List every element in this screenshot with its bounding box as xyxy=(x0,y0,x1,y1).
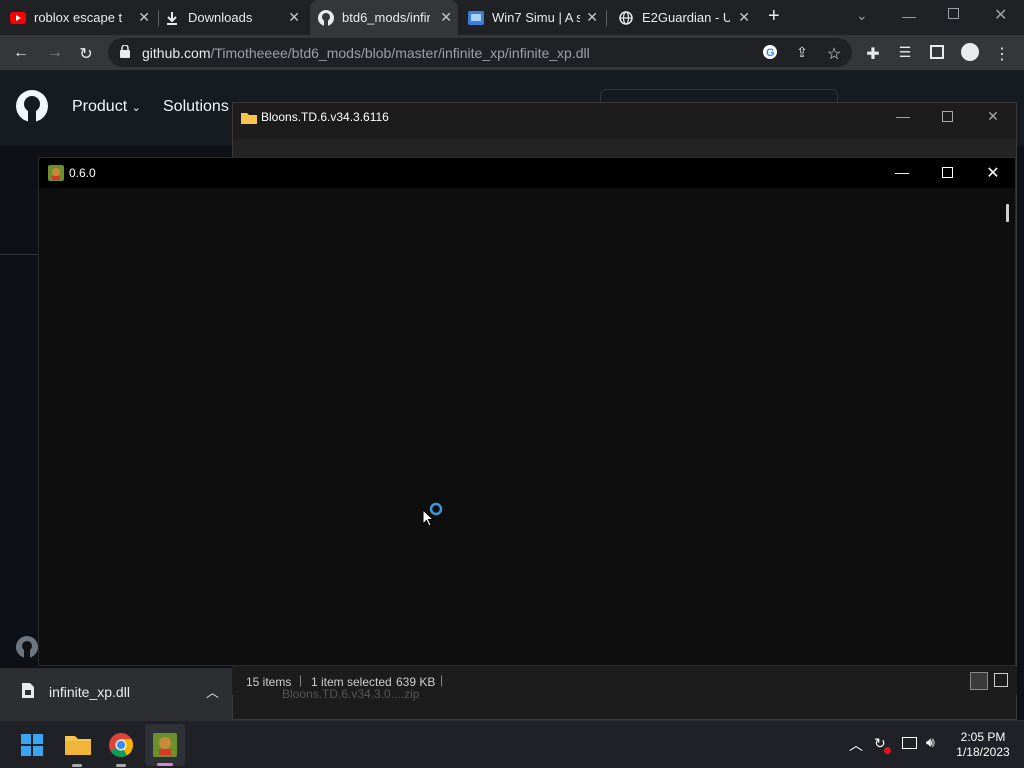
tab-label: Win7 Simu | A s xyxy=(492,10,580,25)
url-path: /Timotheeee/btd6_mods/blob/master/infini… xyxy=(210,44,590,61)
address-bar[interactable]: github.com/Timotheeee/btd6_mods/blob/mas… xyxy=(108,38,852,67)
tab-divider xyxy=(158,10,159,26)
youtube-icon xyxy=(10,10,26,26)
file-icon xyxy=(22,683,34,701)
lock-icon xyxy=(120,44,130,61)
nav-product-label: Product xyxy=(72,98,128,115)
download-shelf: infinite_xp.dll ︿ xyxy=(0,668,232,720)
minimize-icon[interactable]: — xyxy=(902,8,916,24)
explorer-command-bar xyxy=(233,139,1016,157)
start-windows-icon[interactable] xyxy=(21,734,43,761)
tab-label: Downloads xyxy=(188,10,253,25)
github-logo-icon[interactable] xyxy=(16,90,48,127)
clock-date: 1/18/2023 xyxy=(956,745,1010,759)
tab-roblox[interactable]: roblox escape th ✕ xyxy=(10,0,156,35)
share-icon[interactable]: ⇪ xyxy=(793,44,811,61)
explorer-status-bar: 15 items | 1 item selected 639 KB | Bloo… xyxy=(232,667,1017,701)
behind-file-name: Bloons.TD.6.v34.3.0....zip xyxy=(282,687,420,701)
folder-icon xyxy=(241,111,257,129)
chrome-taskbar-icon[interactable] xyxy=(109,733,134,762)
game-title: 0.6.0 xyxy=(69,166,96,180)
github-footer-logo-icon xyxy=(16,636,38,663)
explorer-minimize-icon[interactable]: — xyxy=(893,108,913,124)
close-tab-icon[interactable]: ✕ xyxy=(288,9,300,26)
chrome-menu-icon[interactable]: ⋮ xyxy=(993,44,1011,64)
tab-github-active[interactable]: btd6_mods/infir ✕ xyxy=(310,0,458,35)
tab-label: roblox escape th xyxy=(34,10,122,25)
running-indicator xyxy=(72,764,82,767)
explorer-close-icon[interactable]: ✕ xyxy=(983,108,1003,125)
network-icon[interactable] xyxy=(902,737,917,749)
browser-toolbar: ← → ↻ github.com/Timotheeee/btd6_mods/bl… xyxy=(0,35,1024,70)
github-icon xyxy=(318,9,334,26)
status-divider: | xyxy=(440,673,444,687)
globe-icon xyxy=(618,10,634,26)
game-titlebar[interactable]: 0.6.0 — ✕ xyxy=(39,158,1015,188)
new-tab-plus-icon[interactable]: + xyxy=(768,5,780,28)
bloons-taskbar-button[interactable] xyxy=(145,724,185,766)
status-divider: | xyxy=(299,673,303,687)
game-close-icon[interactable]: ✕ xyxy=(983,163,1003,183)
chevron-up-icon[interactable]: ︿ xyxy=(206,682,219,701)
nav-solutions[interactable]: Solutions xyxy=(163,98,229,116)
profile-avatar-icon[interactable] xyxy=(961,43,979,61)
game-minimize-icon[interactable]: — xyxy=(892,164,912,180)
google-lens-icon[interactable]: G xyxy=(762,44,778,65)
bloons-app-icon xyxy=(48,165,64,186)
back-arrow-icon[interactable]: ← xyxy=(12,44,30,62)
tab-search-chevron-icon[interactable]: ⌄ xyxy=(856,7,868,24)
bookmark-star-icon[interactable]: ☆ xyxy=(825,44,843,64)
win7-icon xyxy=(468,10,484,26)
tab-e2guardian[interactable]: E2Guardian - Ur ✕ xyxy=(614,0,756,35)
explorer-title: Bloons.TD.6.v34.3.6116 xyxy=(261,110,389,124)
active-indicator xyxy=(157,763,173,766)
extensions-puzzle-icon[interactable]: ✚ xyxy=(864,44,882,64)
sync-error-badge xyxy=(884,747,891,754)
tiles-view-icon[interactable] xyxy=(994,673,1008,687)
tab-divider xyxy=(606,10,607,26)
volume-icon[interactable]: 🔊︎ xyxy=(926,734,935,751)
chevron-down-icon: ⌄ xyxy=(131,102,141,114)
download-filename[interactable]: infinite_xp.dll xyxy=(49,684,130,700)
url-host: github.com xyxy=(142,44,211,61)
tab-label: btd6_mods/infir xyxy=(342,10,430,25)
forward-arrow-icon[interactable]: → xyxy=(46,44,64,62)
browser-tab-strip: roblox escape th ✕ Downloads ✕ btd6_mods… xyxy=(0,0,1024,35)
explorer-maximize-icon[interactable] xyxy=(942,111,953,122)
svg-text:G: G xyxy=(766,47,775,59)
download-icon xyxy=(164,10,180,26)
file-explorer-taskbar-icon[interactable] xyxy=(65,733,91,760)
close-tab-icon[interactable]: ✕ xyxy=(440,9,452,26)
close-window-icon[interactable]: ✕ xyxy=(994,5,1007,25)
clock-time: 2:05 PM xyxy=(960,730,1006,744)
scrollbar-thumb[interactable] xyxy=(1006,204,1009,222)
game-window: 0.6.0 — ✕ xyxy=(38,157,1016,666)
tray-overflow-chevron-icon[interactable]: ︿ xyxy=(849,735,863,755)
divider xyxy=(0,254,38,255)
reading-list-icon[interactable]: ☰ xyxy=(896,44,914,61)
loading-spinner-icon xyxy=(429,502,443,521)
running-indicator xyxy=(116,764,126,767)
taskbar: ︿ ↻ 🔊︎ 2:05 PM 1/18/2023 xyxy=(0,720,1024,768)
reload-icon[interactable]: ↻ xyxy=(77,44,95,64)
restore-icon[interactable] xyxy=(948,8,959,19)
close-tab-icon[interactable]: ✕ xyxy=(586,9,598,26)
close-tab-icon[interactable]: ✕ xyxy=(138,9,150,26)
tab-downloads[interactable]: Downloads ✕ xyxy=(164,0,306,35)
nav-product[interactable]: Product ⌄ xyxy=(72,98,141,116)
details-view-icon[interactable] xyxy=(970,672,988,690)
clock[interactable]: 2:05 PM 1/18/2023 xyxy=(948,730,1018,760)
side-panel-icon[interactable] xyxy=(930,45,944,59)
game-maximize-icon[interactable] xyxy=(942,167,953,178)
tab-label: E2Guardian - Ur xyxy=(642,10,730,25)
tab-win7[interactable]: Win7 Simu | A s ✕ xyxy=(462,0,604,35)
close-tab-icon[interactable]: ✕ xyxy=(738,9,750,26)
